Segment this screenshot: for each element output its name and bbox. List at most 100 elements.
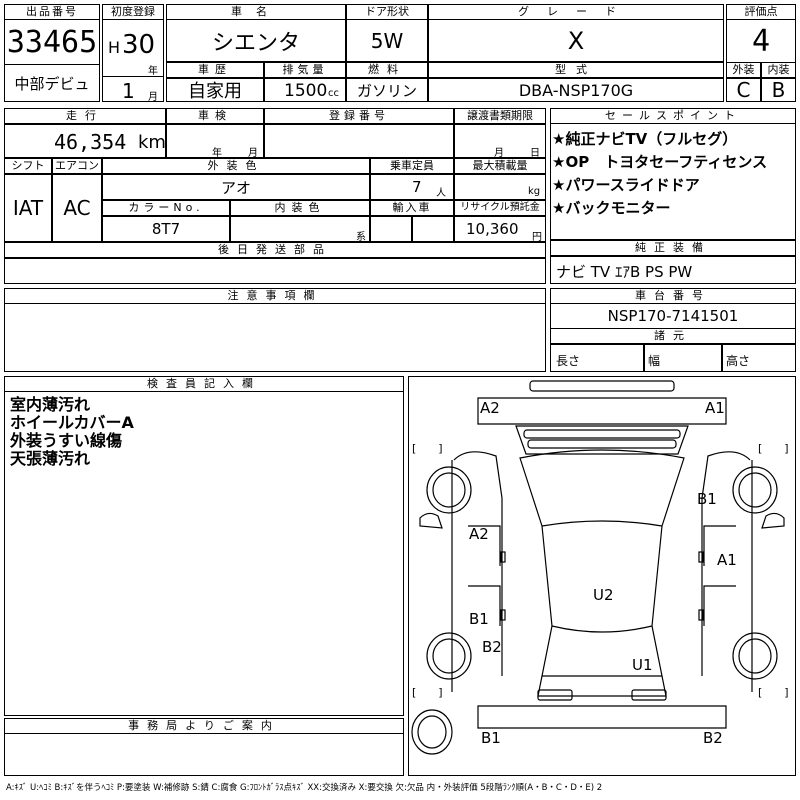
- int-color-label: 内装色: [230, 200, 370, 216]
- era: H: [108, 38, 121, 57]
- later-parts-cell: [4, 258, 546, 284]
- reg-month: 1: [122, 79, 135, 103]
- year-unit: 年: [148, 66, 158, 77]
- ac: AC: [63, 196, 91, 220]
- mileage-label: 走行: [4, 108, 166, 124]
- damage-left-rear-fender: B2: [482, 638, 502, 656]
- int-color-cell: [230, 216, 370, 242]
- plate-cell: [264, 124, 454, 158]
- bracket-left-front: [ ]: [412, 442, 443, 455]
- length-label: 長さ: [556, 354, 581, 368]
- inspection-year-unit: 年: [212, 148, 222, 159]
- inspector-line: ホイールカバーA: [10, 413, 134, 432]
- first-reg-label: 初度登録: [102, 4, 164, 20]
- car-diagram: [411, 380, 785, 755]
- sales-point-item: ★バックモニター: [552, 199, 671, 217]
- load-unit: kg: [528, 186, 541, 197]
- ac-label: エアコン: [52, 158, 102, 174]
- exterior-score-label: 外装: [726, 62, 761, 78]
- import-cell-a: [370, 216, 412, 242]
- office-label: 事務局よりご案内: [4, 718, 404, 734]
- import-label: 輸入車: [370, 200, 454, 216]
- recycle: 10,360: [466, 220, 519, 238]
- fuel: ガソリン: [356, 81, 417, 100]
- chassis-label: 車台番号: [550, 288, 796, 304]
- transfer-day-unit: 日: [530, 148, 540, 159]
- car-name-label: 車名: [166, 4, 346, 20]
- width-label: 幅: [648, 354, 661, 368]
- equipment-label: 純正装備: [550, 240, 796, 256]
- history: 自家用: [188, 81, 242, 102]
- recycle-label: リサイクル預託金: [454, 200, 546, 216]
- sales-point-item: ★OP トヨタセーフティセンス: [552, 153, 768, 171]
- int-color-unit: 系: [356, 232, 366, 243]
- height-label: 高さ: [726, 354, 751, 368]
- damage-rear-right: B2: [703, 729, 723, 747]
- mileage: 46,354: [54, 130, 127, 154]
- recycle-unit: 円: [532, 232, 542, 243]
- score-label: 評価点: [726, 4, 796, 20]
- damage-rear-glass: U1: [632, 656, 653, 674]
- inspector-label: 検査員記入欄: [4, 376, 404, 392]
- capacity-unit: 人: [436, 188, 446, 199]
- later-parts-label: 後日発送部品: [4, 242, 546, 258]
- import-cell-b: [412, 216, 454, 242]
- shift-label: シフト: [4, 158, 52, 174]
- capacity-label: 乗車定員: [370, 158, 454, 174]
- bracket-right-front: [ ]: [758, 442, 789, 455]
- inspector-notes: 室内薄汚れ ホイールカバーA 外装うすい線傷 天張薄汚れ: [10, 396, 134, 468]
- chassis-number: NSP170-7141501: [607, 307, 739, 325]
- transfer-month-unit: 月: [494, 148, 504, 159]
- bracket-left-rear: [ ]: [412, 686, 443, 699]
- exterior-score: C: [736, 78, 751, 102]
- inspector-line: 外装うすい線傷: [10, 431, 123, 450]
- bracket-right-rear: [ ]: [758, 686, 789, 699]
- damage-left-rear-door: B1: [469, 610, 489, 628]
- inspection-label: 車検: [166, 108, 264, 124]
- dims-label: 諸元: [550, 328, 796, 344]
- lot-number: 33465: [6, 24, 98, 60]
- equipment: ナビ TV ｴｱB PS PW: [556, 263, 693, 281]
- history-label: 車歴: [166, 62, 264, 78]
- model: DBA-NSP170G: [518, 80, 634, 100]
- score: 4: [751, 23, 771, 59]
- color-no-label: カラーNo.: [102, 200, 230, 216]
- transfer-label: 譲渡書類期限: [454, 108, 546, 124]
- ext-color: アオ: [220, 178, 251, 197]
- damage-front-right: A1: [705, 399, 725, 417]
- shift: IAT: [12, 196, 44, 220]
- interior-score-label: 内装: [761, 62, 796, 78]
- damage-rear-left: B1: [481, 729, 501, 747]
- damage-front-left: A2: [480, 399, 500, 417]
- sales-points-list: ★純正ナビTV（フルセグ） ★OP トヨタセーフティセンス ★パワースライドドア…: [552, 128, 796, 220]
- color-no: 8T7: [151, 220, 181, 238]
- ext-color-label: 外装色: [102, 158, 370, 174]
- interior-score: B: [771, 78, 786, 102]
- notes-label: 注意事項欄: [4, 288, 546, 304]
- sales-points-label: セールスポイント: [550, 108, 796, 124]
- displacement: 1500: [284, 81, 328, 101]
- model-label: 型式: [428, 62, 724, 78]
- plate-label: 登録番号: [264, 108, 454, 124]
- reg-year: 30: [122, 30, 156, 60]
- door-label: ドア形状: [346, 4, 428, 20]
- mileage-unit: km: [138, 132, 166, 153]
- fuel-label: 燃料: [346, 62, 428, 78]
- damage-left-front-door: A2: [469, 525, 489, 543]
- damage-right-front-door: A1: [717, 551, 737, 569]
- inspection-month-unit: 月: [248, 148, 258, 159]
- capacity: 7: [412, 178, 422, 196]
- displacement-label: 排気量: [264, 62, 346, 78]
- inspector-line: 天張薄汚れ: [10, 449, 91, 468]
- legend: A:ｷｽﾞ U:ﾍｺﾐ B:ｷｽﾞを伴うﾍｺﾐ P:要塗装 W:補修跡 S:錆 …: [6, 783, 603, 793]
- lot-number-label: 出品番号: [4, 4, 100, 20]
- grade-label: グレード: [428, 4, 724, 20]
- sales-point-item: ★パワースライドドア: [552, 176, 700, 194]
- car-name: シエンタ: [211, 31, 300, 56]
- displacement-unit: cc: [328, 88, 339, 99]
- month-unit: 月: [148, 92, 158, 103]
- damage-right-front-fender: B1: [697, 490, 717, 508]
- debut-note: 中部デビュ: [14, 74, 90, 93]
- grade: X: [567, 27, 585, 55]
- sales-point-item: ★純正ナビTV（フルセグ）: [552, 130, 738, 148]
